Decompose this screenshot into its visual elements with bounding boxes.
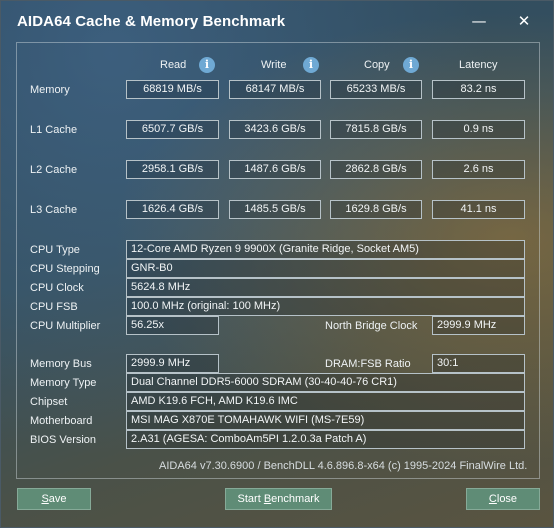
cpu-stepping-label: CPU Stepping [30,263,100,275]
version-copyright: AIDA64 v7.30.6900 / BenchDLL 4.6.896.8-x… [159,460,528,472]
write-info-icon[interactable]: i [303,57,319,73]
read-info-icon[interactable]: i [199,57,215,73]
header-write: Write [261,59,287,71]
dram-fsb-ratio-label: DRAM:FSB Ratio [325,358,411,370]
start-benchmark-button[interactable]: Start Benchmark [225,488,332,510]
chipset-label: Chipset [30,396,68,408]
l3-latency-value: 41.1 ns [432,200,525,219]
memory-read-value: 68819 MB/s [126,80,219,99]
l2-latency-value: 2.6 ns [432,160,525,179]
l2-write-value: 1487.6 GB/s [229,160,321,179]
close-window-button[interactable]: ✕ [508,8,540,34]
close-button[interactable]: Close [466,488,540,510]
motherboard-value: MSI MAG X870E TOMAHAWK WIFI (MS-7E59) [126,411,525,430]
header-copy: Copy [364,59,390,71]
cpu-stepping-value: GNR-B0 [126,259,525,278]
cpu-fsb-label: CPU FSB [30,301,78,313]
north-bridge-clock-value: 2999.9 MHz [432,316,525,335]
minimize-button[interactable]: — [463,8,495,34]
row-label-l3-cache: L3 Cache [30,204,78,216]
save-access-key: S [41,493,49,505]
row-label-l2-cache: L2 Cache [30,164,78,176]
memory-bus-label: Memory Bus [30,358,92,370]
row-label-memory: Memory [30,84,70,96]
close-label-rest: lose [496,493,518,505]
l1-write-value: 3423.6 GB/s [229,120,321,139]
bios-version-label: BIOS Version [30,434,97,446]
header-latency: Latency [459,59,498,71]
cpu-clock-value: 5624.8 MHz [126,278,525,297]
cpu-fsb-value: 100.0 MHz (original: 100 MHz) [126,297,525,316]
dram-fsb-ratio-value: 30:1 [432,354,525,373]
copy-info-icon[interactable]: i [403,57,419,73]
close-access-key: C [488,493,497,505]
cpu-multiplier-label: CPU Multiplier [30,320,101,332]
cpu-type-label: CPU Type [30,244,80,256]
l2-read-value: 2958.1 GB/s [126,160,219,179]
motherboard-label: Motherboard [30,415,93,427]
header-read: Read [160,59,187,71]
start-label-pre: Start [237,493,264,505]
title-bar: AIDA64 Cache & Memory Benchmark — ✕ [1,1,554,43]
benchmark-window: AIDA64 Cache & Memory Benchmark — ✕ Read… [0,0,554,528]
l1-latency-value: 0.9 ns [432,120,525,139]
chipset-value: AMD K19.6 FCH, AMD K19.6 IMC [126,392,525,411]
start-label-rest: enchmark [271,493,320,505]
north-bridge-clock-label: North Bridge Clock [325,320,418,332]
save-button[interactable]: Save [17,488,91,510]
bios-version-value: 2.A31 (AGESA: ComboAm5PI 1.2.0.3a Patch … [126,430,525,449]
memory-type-label: Memory Type [30,377,97,389]
cpu-clock-label: CPU Clock [30,282,84,294]
l1-copy-value: 7815.8 GB/s [330,120,422,139]
l1-read-value: 6507.7 GB/s [126,120,219,139]
memory-write-value: 68147 MB/s [229,80,321,99]
l3-copy-value: 1629.8 GB/s [330,200,422,219]
memory-latency-value: 83.2 ns [432,80,525,99]
l3-read-value: 1626.4 GB/s [126,200,219,219]
memory-bus-value: 2999.9 MHz [126,354,219,373]
cpu-type-value: 12-Core AMD Ryzen 9 9900X (Granite Ridge… [126,240,525,259]
memory-copy-value: 65233 MB/s [330,80,422,99]
row-label-l1-cache: L1 Cache [30,124,78,136]
window-title: AIDA64 Cache & Memory Benchmark [17,13,286,30]
memory-type-value: Dual Channel DDR5-6000 SDRAM (30-40-40-7… [126,373,525,392]
save-label-rest: ave [48,493,67,505]
l2-copy-value: 2862.8 GB/s [330,160,422,179]
cpu-multiplier-value: 56.25x [126,316,219,335]
l3-write-value: 1485.5 GB/s [229,200,321,219]
